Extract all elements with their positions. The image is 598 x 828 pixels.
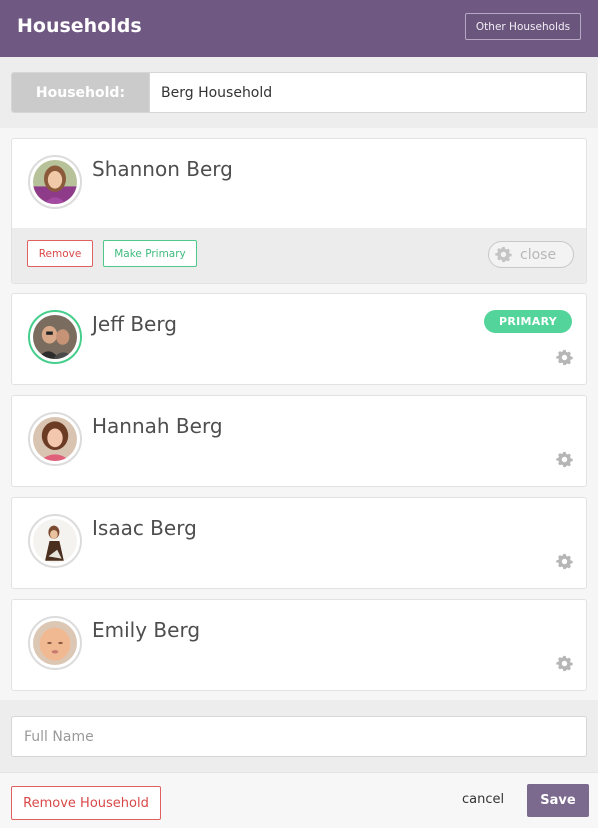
avatar bbox=[28, 310, 82, 364]
full-name-input[interactable] bbox=[11, 716, 587, 757]
member-card-hannah[interactable]: Hannah Berg bbox=[11, 395, 587, 487]
make-primary-button[interactable]: Make Primary bbox=[103, 240, 197, 267]
primary-badge: PRIMARY bbox=[484, 310, 572, 333]
gear-icon[interactable] bbox=[556, 655, 573, 672]
gear-icon bbox=[495, 246, 512, 263]
gear-icon[interactable] bbox=[556, 553, 573, 570]
other-households-button[interactable]: Other Households bbox=[465, 13, 581, 40]
household-name-row: Household: bbox=[11, 72, 587, 113]
cancel-button[interactable]: cancel bbox=[462, 792, 504, 807]
member-name: Isaac Berg bbox=[92, 516, 197, 540]
member-actions-bar: Remove Make Primary close bbox=[12, 228, 586, 283]
avatar-photo bbox=[33, 160, 77, 204]
avatar bbox=[28, 616, 82, 670]
remove-household-button[interactable]: Remove Household bbox=[11, 786, 161, 820]
save-button[interactable]: Save bbox=[527, 784, 589, 817]
members-panel: Shannon Berg Remove Make Primary close J… bbox=[0, 128, 598, 700]
avatar-photo bbox=[33, 315, 77, 359]
page-title: Households bbox=[17, 15, 142, 37]
remove-member-button[interactable]: Remove bbox=[27, 240, 93, 267]
header-bar: Households Other Households bbox=[0, 0, 598, 57]
member-name: Hannah Berg bbox=[92, 414, 223, 438]
member-card-isaac[interactable]: Isaac Berg bbox=[11, 497, 587, 589]
avatar-photo bbox=[33, 417, 77, 461]
household-name-input[interactable] bbox=[149, 73, 586, 112]
avatar bbox=[28, 155, 82, 209]
member-name: Jeff Berg bbox=[92, 312, 177, 336]
gear-icon[interactable] bbox=[556, 451, 573, 468]
close-button[interactable]: close bbox=[488, 241, 574, 268]
footer-bar: Remove Household cancel Save bbox=[0, 772, 598, 828]
avatar bbox=[28, 514, 82, 568]
avatar-photo bbox=[33, 519, 77, 563]
avatar bbox=[28, 412, 82, 466]
household-label: Household: bbox=[12, 73, 149, 112]
close-label: close bbox=[520, 246, 557, 263]
member-name: Emily Berg bbox=[92, 618, 201, 642]
member-card-emily[interactable]: Emily Berg bbox=[11, 599, 587, 691]
avatar-photo bbox=[33, 621, 77, 665]
member-card-jeff[interactable]: Jeff Berg PRIMARY bbox=[11, 293, 587, 385]
member-name: Shannon Berg bbox=[92, 157, 233, 181]
gear-icon[interactable] bbox=[556, 349, 573, 366]
member-card-shannon[interactable]: Shannon Berg Remove Make Primary close bbox=[11, 138, 587, 284]
